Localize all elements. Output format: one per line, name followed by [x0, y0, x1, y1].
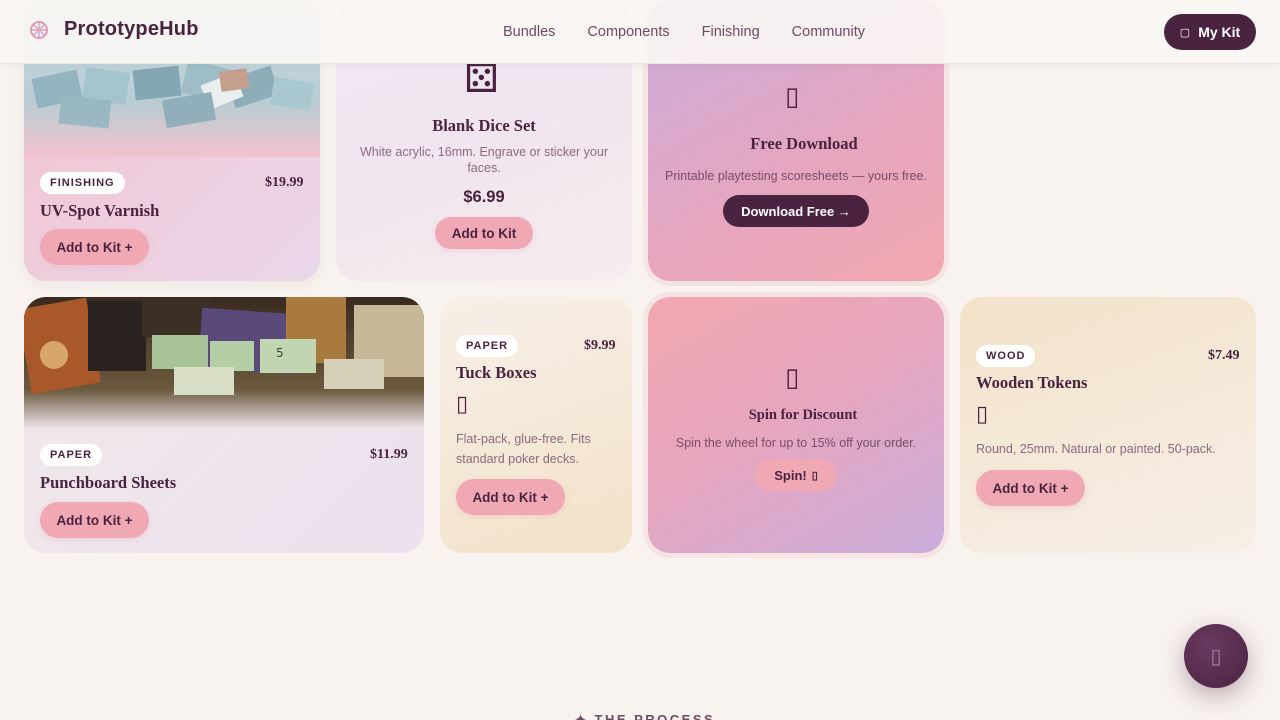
svg-text:5: 5: [276, 346, 284, 360]
product-description: Round, 25mm. Natural or painted. 50-pack…: [976, 442, 1216, 456]
logo-icon: [28, 19, 50, 41]
wheel-icon: ▯: [785, 363, 800, 393]
box-icon: ▯: [456, 392, 469, 417]
bag-icon: ▢: [1179, 26, 1191, 39]
product-price: $9.99: [584, 338, 616, 353]
nav-link-components[interactable]: Components: [587, 24, 669, 40]
nav-link-community[interactable]: Community: [792, 24, 865, 40]
add-to-kit-button[interactable]: Add to Kit +: [40, 502, 149, 538]
brand-name: PrototypeHub: [64, 18, 199, 40]
product-card-punchboard: 5 PAPER $11.99 Punchboard Sheets Add to …: [24, 297, 424, 553]
product-price: $19.99: [265, 175, 304, 190]
add-to-kit-button[interactable]: Add to Kit: [435, 217, 533, 249]
section-label: ✦ THE PROCESS: [575, 712, 716, 720]
product-description: White acrylic, 16mm. Engrave or sticker …: [360, 145, 608, 175]
chat-icon: ▯: [1210, 645, 1222, 668]
category-tag: FINISHING: [40, 172, 125, 194]
product-title: Wooden Tokens: [976, 373, 1088, 392]
nav-links: Bundles Components Finishing Community: [503, 24, 897, 40]
chat-fab-button[interactable]: ▯: [1184, 624, 1248, 688]
add-to-kit-button[interactable]: Add to Kit +: [976, 470, 1085, 506]
product-image: 5: [24, 297, 424, 429]
nav-link-finishing[interactable]: Finishing: [702, 24, 760, 40]
product-price: $7.49: [1208, 348, 1240, 363]
my-kit-button[interactable]: ▢ My Kit: [1164, 14, 1256, 50]
token-icon: ▯: [976, 402, 989, 427]
spin-label: Spin!: [774, 467, 807, 483]
category-tag: PAPER: [40, 444, 103, 466]
card-title: Free Download: [750, 134, 858, 153]
product-price: $6.99: [463, 188, 505, 206]
brand-logo[interactable]: PrototypeHub: [28, 18, 199, 41]
spin-button[interactable]: Spin! ▯: [755, 459, 837, 491]
card-description: Printable playtesting scoresheets — your…: [665, 169, 927, 183]
spin-discount-card: ▯ Spin for Discount Spin the wheel for u…: [648, 297, 944, 553]
card-description: Spin the wheel for up to 15% off your or…: [675, 436, 917, 450]
card-title: Spin for Discount: [748, 407, 858, 423]
product-card-tuck-boxes: PAPER $9.99 Tuck Boxes ▯ Flat-pack, glue…: [440, 297, 632, 553]
product-title: UV-Spot Varnish: [40, 201, 160, 220]
product-card-wooden-tokens: WOOD $7.49 Wooden Tokens ▯ Round, 25mm. …: [960, 297, 1256, 553]
product-title: Blank Dice Set: [432, 116, 536, 135]
add-to-kit-button[interactable]: Add to Kit +: [40, 229, 149, 265]
category-tag: WOOD: [976, 345, 1036, 367]
add-to-kit-button[interactable]: Add to Kit +: [456, 479, 565, 515]
product-price: $11.99: [370, 447, 408, 462]
top-nav: PrototypeHub Bundles Components Finishin…: [0, 0, 1280, 64]
document-icon: ▯: [785, 82, 800, 112]
nav-link-bundles[interactable]: Bundles: [503, 24, 555, 40]
download-free-button[interactable]: Download Free →: [723, 195, 869, 227]
product-title: Punchboard Sheets: [40, 473, 177, 492]
product-title: Tuck Boxes: [456, 363, 537, 382]
product-description: Flat-pack, glue-free. Fits standard poke…: [456, 432, 591, 466]
wheel-small-icon: ▯: [811, 469, 818, 482]
my-kit-label: My Kit: [1198, 24, 1241, 40]
category-tag: PAPER: [456, 335, 519, 357]
